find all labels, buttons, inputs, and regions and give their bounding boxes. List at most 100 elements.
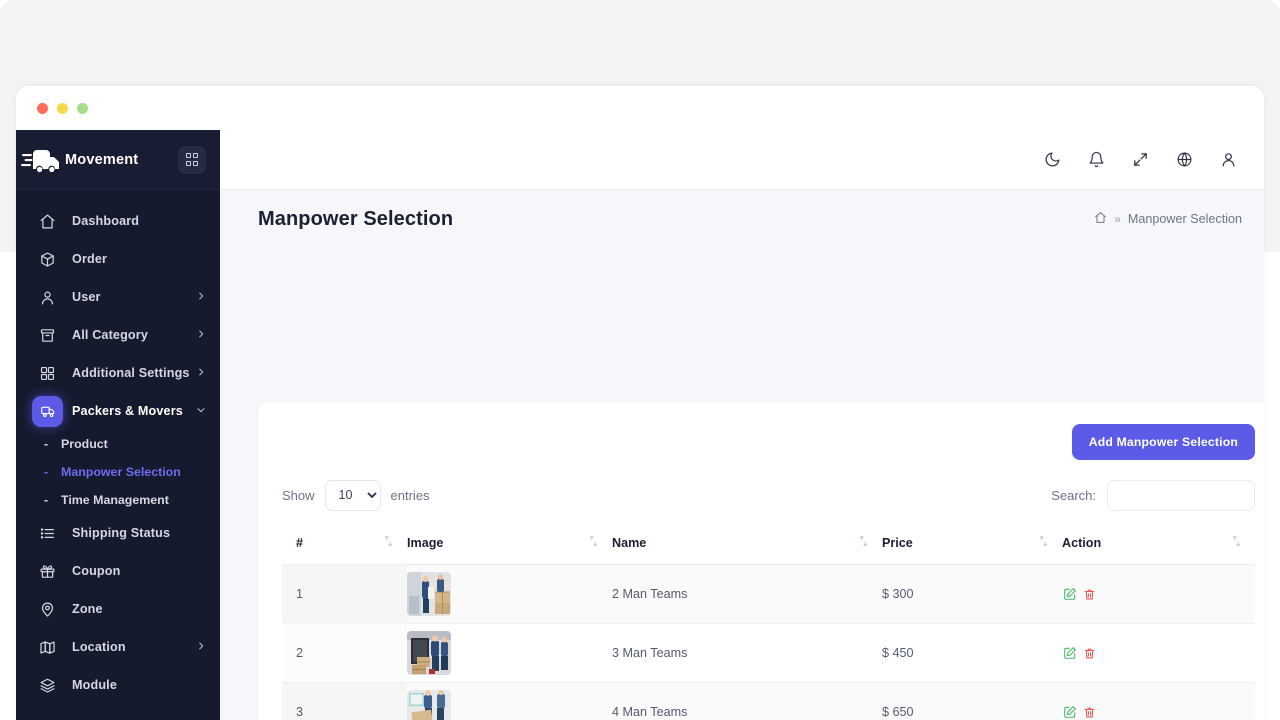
sidebar-subitem-product[interactable]: - Product bbox=[16, 430, 220, 458]
sidebar-item-label: Location bbox=[72, 640, 126, 654]
page-title: Manpower Selection bbox=[258, 207, 454, 230]
sidebar-subitem-label: Time Management bbox=[61, 493, 169, 507]
layers-icon bbox=[38, 676, 56, 694]
page-header: Manpower Selection » Manpower Selection bbox=[220, 190, 1264, 248]
home-icon bbox=[38, 212, 56, 230]
column-label: Image bbox=[407, 535, 444, 550]
table-column-header-action[interactable]: Action bbox=[1062, 526, 1255, 565]
sidebar-item-additional-settings[interactable]: Additional Settings bbox=[16, 354, 220, 392]
main-content: Manpower Selection » Manpower Selection … bbox=[220, 130, 1264, 720]
table-body: 1 2 Man Teams $ 300 2 3 Man Teams $ 450 3 4 Man… bbox=[282, 564, 1255, 720]
row-name-cell: 3 Man Teams bbox=[612, 623, 882, 683]
breadcrumb-current: Manpower Selection bbox=[1127, 212, 1242, 226]
map-pin-icon bbox=[38, 600, 56, 618]
truck-icon bbox=[32, 395, 63, 427]
archive-icon bbox=[38, 326, 56, 344]
trash-icon[interactable] bbox=[1082, 587, 1097, 602]
entries-length-select[interactable]: 102550100 bbox=[324, 479, 381, 511]
window-titlebar bbox=[16, 86, 1264, 130]
box-icon bbox=[38, 250, 56, 268]
bell-icon[interactable] bbox=[1086, 150, 1106, 170]
chevron-right-icon bbox=[196, 291, 206, 303]
table-controls-row: Show 102550100 entries Search: bbox=[282, 478, 1255, 512]
row-action-cell bbox=[1062, 623, 1255, 683]
sidebar-item-shipping-status[interactable]: Shipping Status bbox=[16, 514, 220, 552]
sidebar-brand[interactable]: Movement bbox=[16, 130, 220, 190]
search-label: Search: bbox=[1051, 487, 1096, 503]
sidebar-item-packers-movers[interactable]: Packers & Movers bbox=[16, 392, 220, 430]
grid-icon bbox=[38, 364, 56, 382]
sidebar-item-label: All Category bbox=[72, 328, 148, 342]
row-name-cell: 2 Man Teams bbox=[612, 564, 882, 624]
search-input[interactable] bbox=[1107, 479, 1255, 511]
edit-pencil-icon[interactable] bbox=[1062, 646, 1077, 661]
chevron-down-icon bbox=[196, 405, 206, 417]
sidebar-item-label: Shipping Status bbox=[72, 526, 171, 540]
table-column-header-[interactable]: # bbox=[282, 526, 407, 565]
chevron-right-icon bbox=[196, 367, 206, 379]
edit-pencil-icon[interactable] bbox=[1062, 705, 1077, 720]
table-column-header-price[interactable]: Price bbox=[882, 526, 1062, 565]
window-maximize-button[interactable] bbox=[77, 102, 88, 114]
sidebar-subitem-time-management[interactable]: - Time Management bbox=[16, 486, 220, 514]
row-index-cell: 3 bbox=[282, 682, 407, 720]
sort-updown-icon[interactable] bbox=[589, 535, 598, 550]
sidebar-item-label: Zone bbox=[72, 602, 103, 616]
sort-updown-icon[interactable] bbox=[1232, 535, 1241, 550]
sidebar-item-label: Packers & Movers bbox=[72, 404, 183, 418]
trash-icon[interactable] bbox=[1082, 705, 1097, 720]
table-column-header-image[interactable]: Image bbox=[407, 526, 612, 565]
add-manpower-selection-button[interactable]: Add Manpower Selection bbox=[1071, 424, 1255, 460]
row-action-cell bbox=[1062, 682, 1255, 720]
row-price-cell: $ 450 bbox=[882, 623, 1062, 683]
sidebar-item-module[interactable]: Module bbox=[16, 666, 220, 704]
sidebar-item-dashboard[interactable]: Dashboard bbox=[16, 202, 220, 240]
row-price-cell: $ 650 bbox=[882, 682, 1062, 720]
sidebar-item-user[interactable]: User bbox=[16, 278, 220, 316]
dash-bullet-icon: - bbox=[44, 465, 49, 479]
sidebar: Movement Dashboard Order User All Category A… bbox=[16, 130, 220, 720]
sidebar-item-label: Coupon bbox=[72, 564, 121, 578]
sidebar-item-location[interactable]: Location bbox=[16, 628, 220, 666]
desktop-backdrop: Movement Dashboard Order User All Category A… bbox=[0, 0, 1280, 720]
sort-updown-icon[interactable] bbox=[384, 535, 393, 550]
table-row: 1 2 Man Teams $ 300 bbox=[282, 564, 1255, 624]
table-row: 2 3 Man Teams $ 450 bbox=[282, 623, 1255, 683]
account-user-icon[interactable] bbox=[1218, 150, 1238, 170]
grid-apps-icon[interactable] bbox=[178, 145, 206, 174]
fullscreen-expand-icon[interactable] bbox=[1130, 150, 1150, 170]
sidebar-item-label: User bbox=[72, 290, 101, 304]
row-action-cell bbox=[1062, 564, 1255, 624]
table-column-header-name[interactable]: Name bbox=[612, 526, 882, 565]
globe-icon[interactable] bbox=[1174, 150, 1194, 170]
sidebar-item-order[interactable]: Order bbox=[16, 240, 220, 278]
column-label: Name bbox=[612, 535, 647, 550]
sidebar-subitem-manpower-selection[interactable]: - Manpower Selection bbox=[16, 458, 220, 486]
application-window: Movement Dashboard Order User All Category A… bbox=[16, 86, 1264, 720]
table-head: # Image Name Price Action bbox=[282, 526, 1255, 565]
sidebar-item-zone[interactable]: Zone bbox=[16, 590, 220, 628]
main-vertical-scrollbar[interactable] bbox=[1258, 196, 1262, 720]
window-minimize-button[interactable] bbox=[57, 102, 68, 114]
trash-icon[interactable] bbox=[1082, 646, 1097, 661]
moon-icon[interactable] bbox=[1042, 150, 1062, 170]
entries-length-control: Show 102550100 entries bbox=[282, 479, 430, 511]
edit-pencil-icon[interactable] bbox=[1062, 587, 1077, 602]
sidebar-item-all-category[interactable]: All Category bbox=[16, 316, 220, 354]
table-row: 3 4 Man Teams $ 650 bbox=[282, 682, 1255, 720]
sort-updown-icon[interactable] bbox=[859, 535, 868, 550]
sort-updown-icon[interactable] bbox=[1039, 535, 1048, 550]
row-index-cell: 2 bbox=[282, 623, 407, 683]
top-header-bar bbox=[220, 130, 1264, 190]
home-icon[interactable] bbox=[1094, 211, 1107, 227]
row-name-cell: 4 Man Teams bbox=[612, 682, 882, 720]
window-close-button[interactable] bbox=[37, 102, 48, 114]
gift-icon bbox=[38, 562, 56, 580]
moving-truck-logo bbox=[21, 143, 63, 177]
chevron-right-icon bbox=[196, 641, 206, 653]
dash-bullet-icon: - bbox=[44, 437, 49, 451]
user-icon bbox=[38, 288, 56, 306]
sidebar-item-coupon[interactable]: Coupon bbox=[16, 552, 220, 590]
content-card: Add Manpower Selection Show 102550100 en… bbox=[258, 402, 1264, 720]
chevron-right-icon bbox=[196, 329, 206, 341]
